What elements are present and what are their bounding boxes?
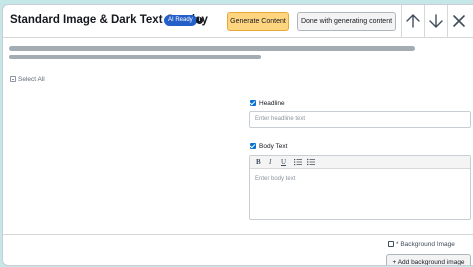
done-generating-button[interactable]: Done with generating content: [297, 12, 396, 31]
rich-text-toolbar: B I U: [250, 156, 470, 169]
body-text-input[interactable]: Enter body text: [255, 176, 295, 182]
section-divider: [3, 234, 473, 235]
add-background-image-button[interactable]: + Add background image: [386, 254, 471, 265]
headline-field-label[interactable]: Headline: [250, 100, 285, 107]
loading-bar-long: [9, 46, 415, 51]
select-all-checkbox[interactable]: [10, 76, 16, 82]
background-image-checkbox[interactable]: [388, 241, 394, 247]
body-text-label: Body Text: [259, 143, 288, 150]
info-icon[interactable]: i: [196, 17, 203, 24]
select-all-label: Select All: [18, 76, 45, 83]
arrow-down-icon: [429, 14, 443, 28]
close-button[interactable]: [447, 5, 469, 38]
select-all-toggle[interactable]: Select All: [10, 76, 45, 83]
background-image-label: * Background Image: [396, 241, 455, 248]
bulleted-list-button[interactable]: [307, 158, 315, 168]
background-image-toggle[interactable]: * Background Image: [388, 241, 455, 248]
loading-bar-short: [9, 55, 261, 59]
move-down-button[interactable]: [424, 5, 446, 38]
headline-input[interactable]: Enter headline text: [249, 111, 471, 128]
ai-ready-badge: AI Ready: [164, 15, 197, 26]
move-up-button[interactable]: [401, 5, 423, 38]
underline-button[interactable]: U: [281, 158, 286, 166]
close-icon: [453, 15, 465, 27]
numbered-list-icon: [294, 159, 302, 166]
headline-checkbox[interactable]: [250, 100, 256, 106]
bulleted-list-icon: [307, 158, 315, 166]
arrow-up-icon: [406, 14, 420, 28]
panel-header: Standard Image & Dark Text Overlay AI Re…: [3, 5, 473, 38]
body-text-checkbox[interactable]: [250, 143, 256, 149]
numbered-list-button[interactable]: [294, 158, 302, 168]
content-panel: Standard Image & Dark Text Overlay AI Re…: [2, 4, 473, 266]
body-text-field-label[interactable]: Body Text: [250, 143, 287, 150]
italic-button[interactable]: I: [269, 158, 271, 166]
body-text-editor[interactable]: B I U Enter body text: [249, 155, 471, 220]
headline-label: Headline: [259, 100, 285, 107]
bold-button[interactable]: B: [256, 158, 261, 166]
generate-content-button[interactable]: Generate Content: [227, 12, 289, 31]
